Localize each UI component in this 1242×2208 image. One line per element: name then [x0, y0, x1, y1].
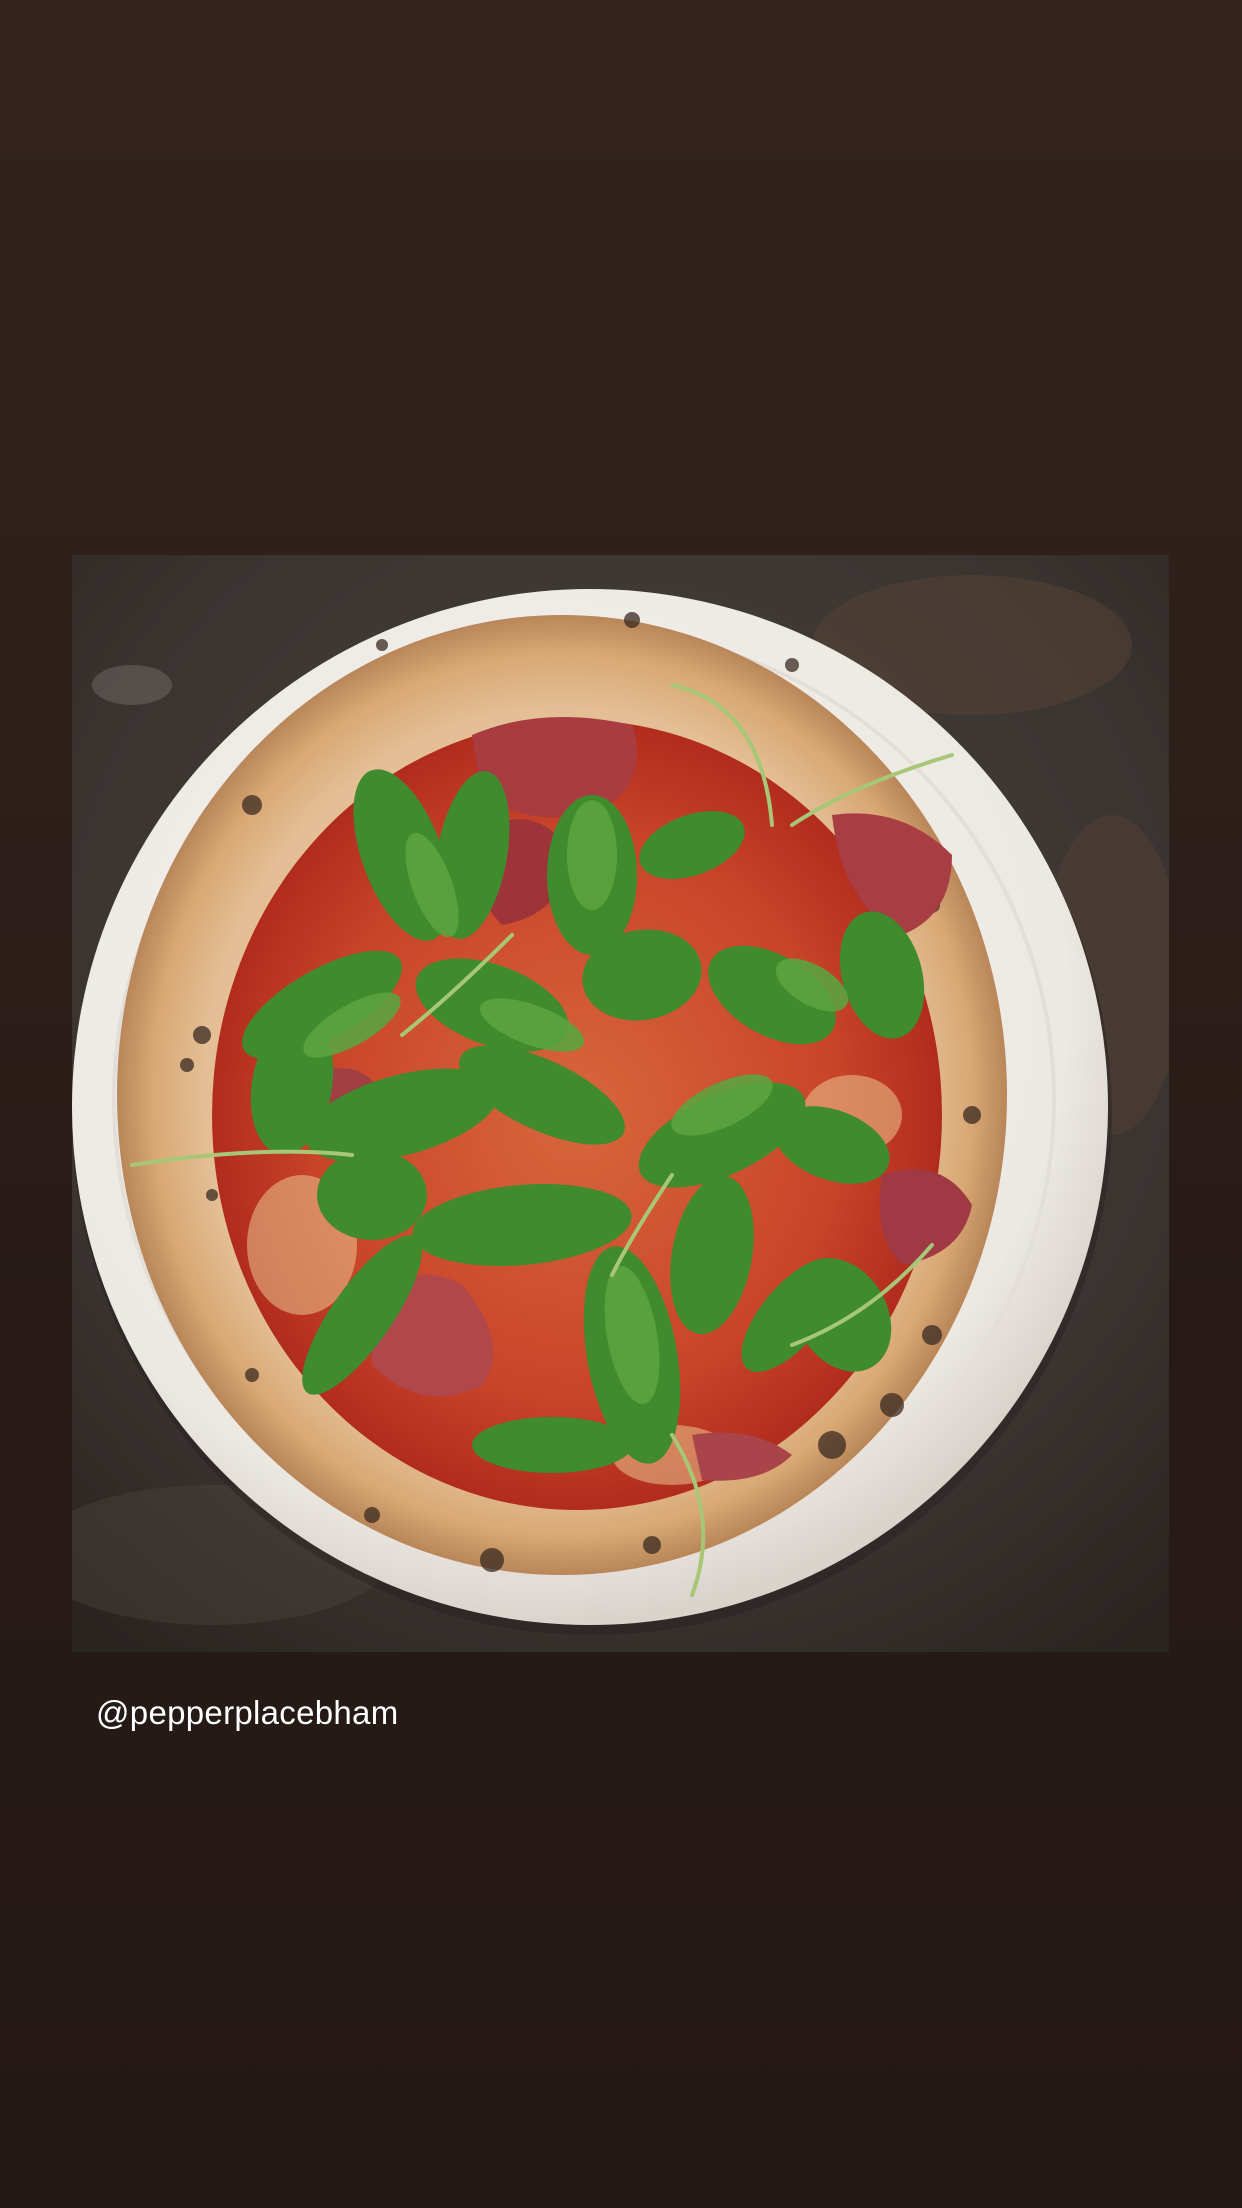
pizza-photo	[72, 555, 1169, 1652]
pizza-illustration	[72, 555, 1169, 1652]
worn-patch	[92, 665, 172, 705]
mention-sticker[interactable]: @pepperplacebham	[96, 1694, 399, 1732]
